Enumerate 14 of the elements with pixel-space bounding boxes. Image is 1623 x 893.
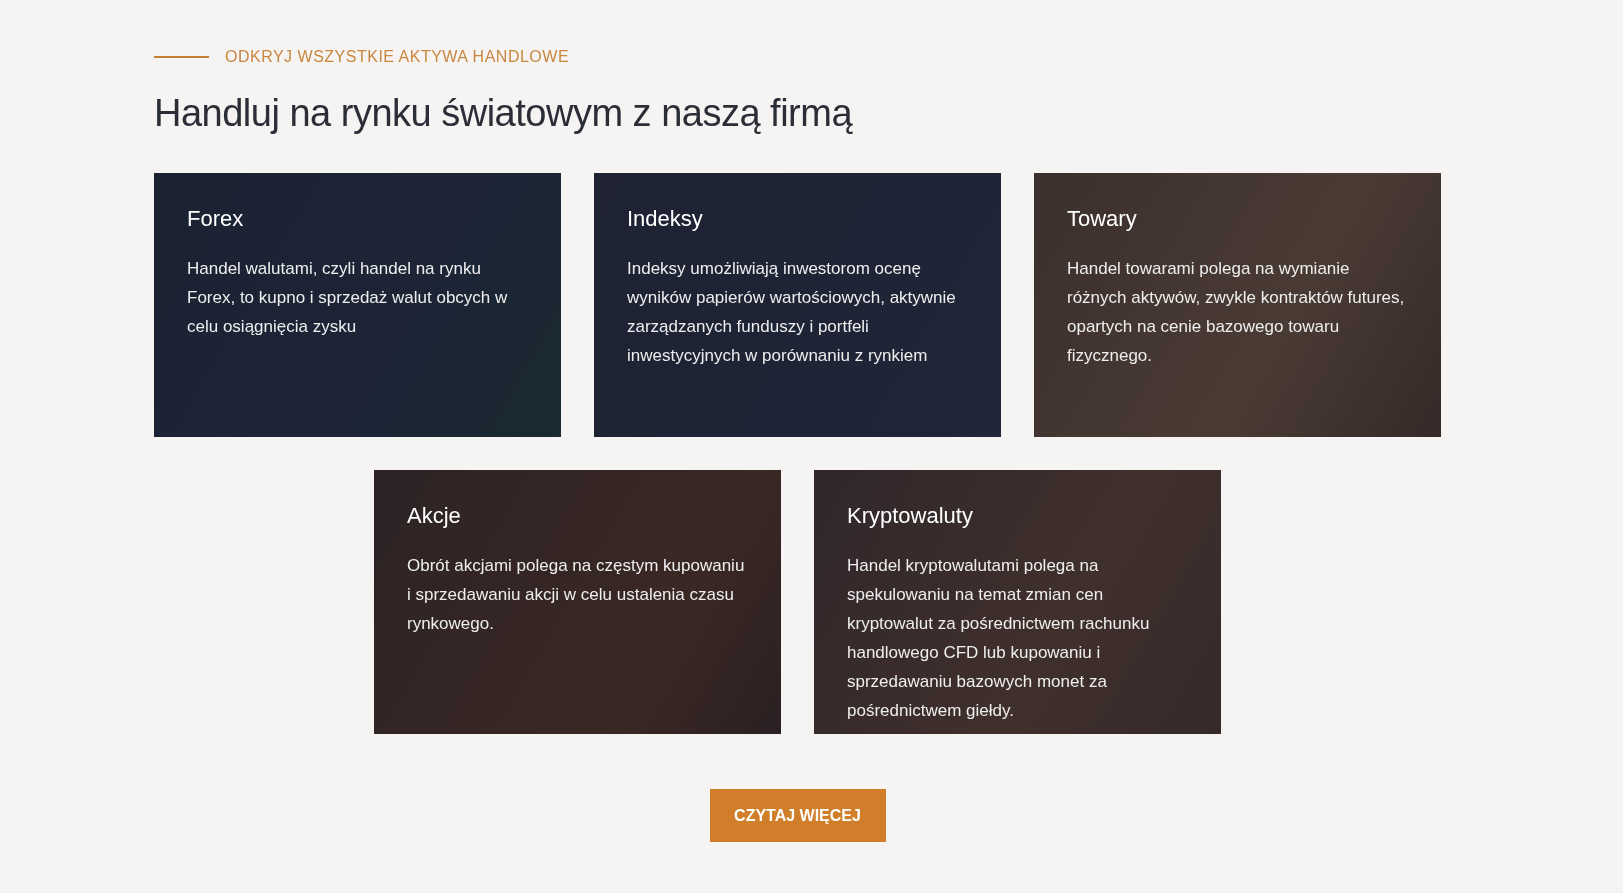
card-description: Handel walutami, czyli handel na rynku Forex, to kupno i sprzedaż walut obcych w celu osiągnięcia zysku [187,258,509,338]
read-more-button[interactable]: CZYTAJ WIĘCEJ [709,789,886,842]
card-title: Indeksy [627,206,704,232]
section-heading: Handluj na rynku światowym z naszą firmą [154,92,854,135]
card-description: Handel towarami polega na wymianie różnych aktywów, zwykle kontraktów futures, opartych na cenie bazowego towaru fizycznego. [1067,258,1406,367]
accent-line [154,56,209,58]
card-title: Kryptowaluty [847,503,974,529]
card-description: Handel kryptowalutami polega na spekulowaniu na temat zmian cen kryptowalut za pośrednictwem rachunku handlowego CFD lub kupowaniu i sprzedawaniu bazowych monet za pośrednictwem giełdy. [847,555,1151,722]
card-description: Obrót akcjami polega na częstym kupowaniu i sprzedawaniu akcji w celu ustalenia czasu rynkowego. [407,555,746,635]
card-description: Indeksy umożliwiają inwestorom ocenę wyników papierów wartościowych, aktywnie zarządzanych funduszy i portfeli inwestycyjnych w porównaniu z rynkiem [627,258,957,367]
section-eyebrow: ODKRYJ WSZYSTKIE AKTYWA HANDLOWE [225,48,570,66]
card-title: Towary [1067,206,1138,232]
card-title: Forex [187,206,245,232]
card-title: Akcje [407,503,462,529]
